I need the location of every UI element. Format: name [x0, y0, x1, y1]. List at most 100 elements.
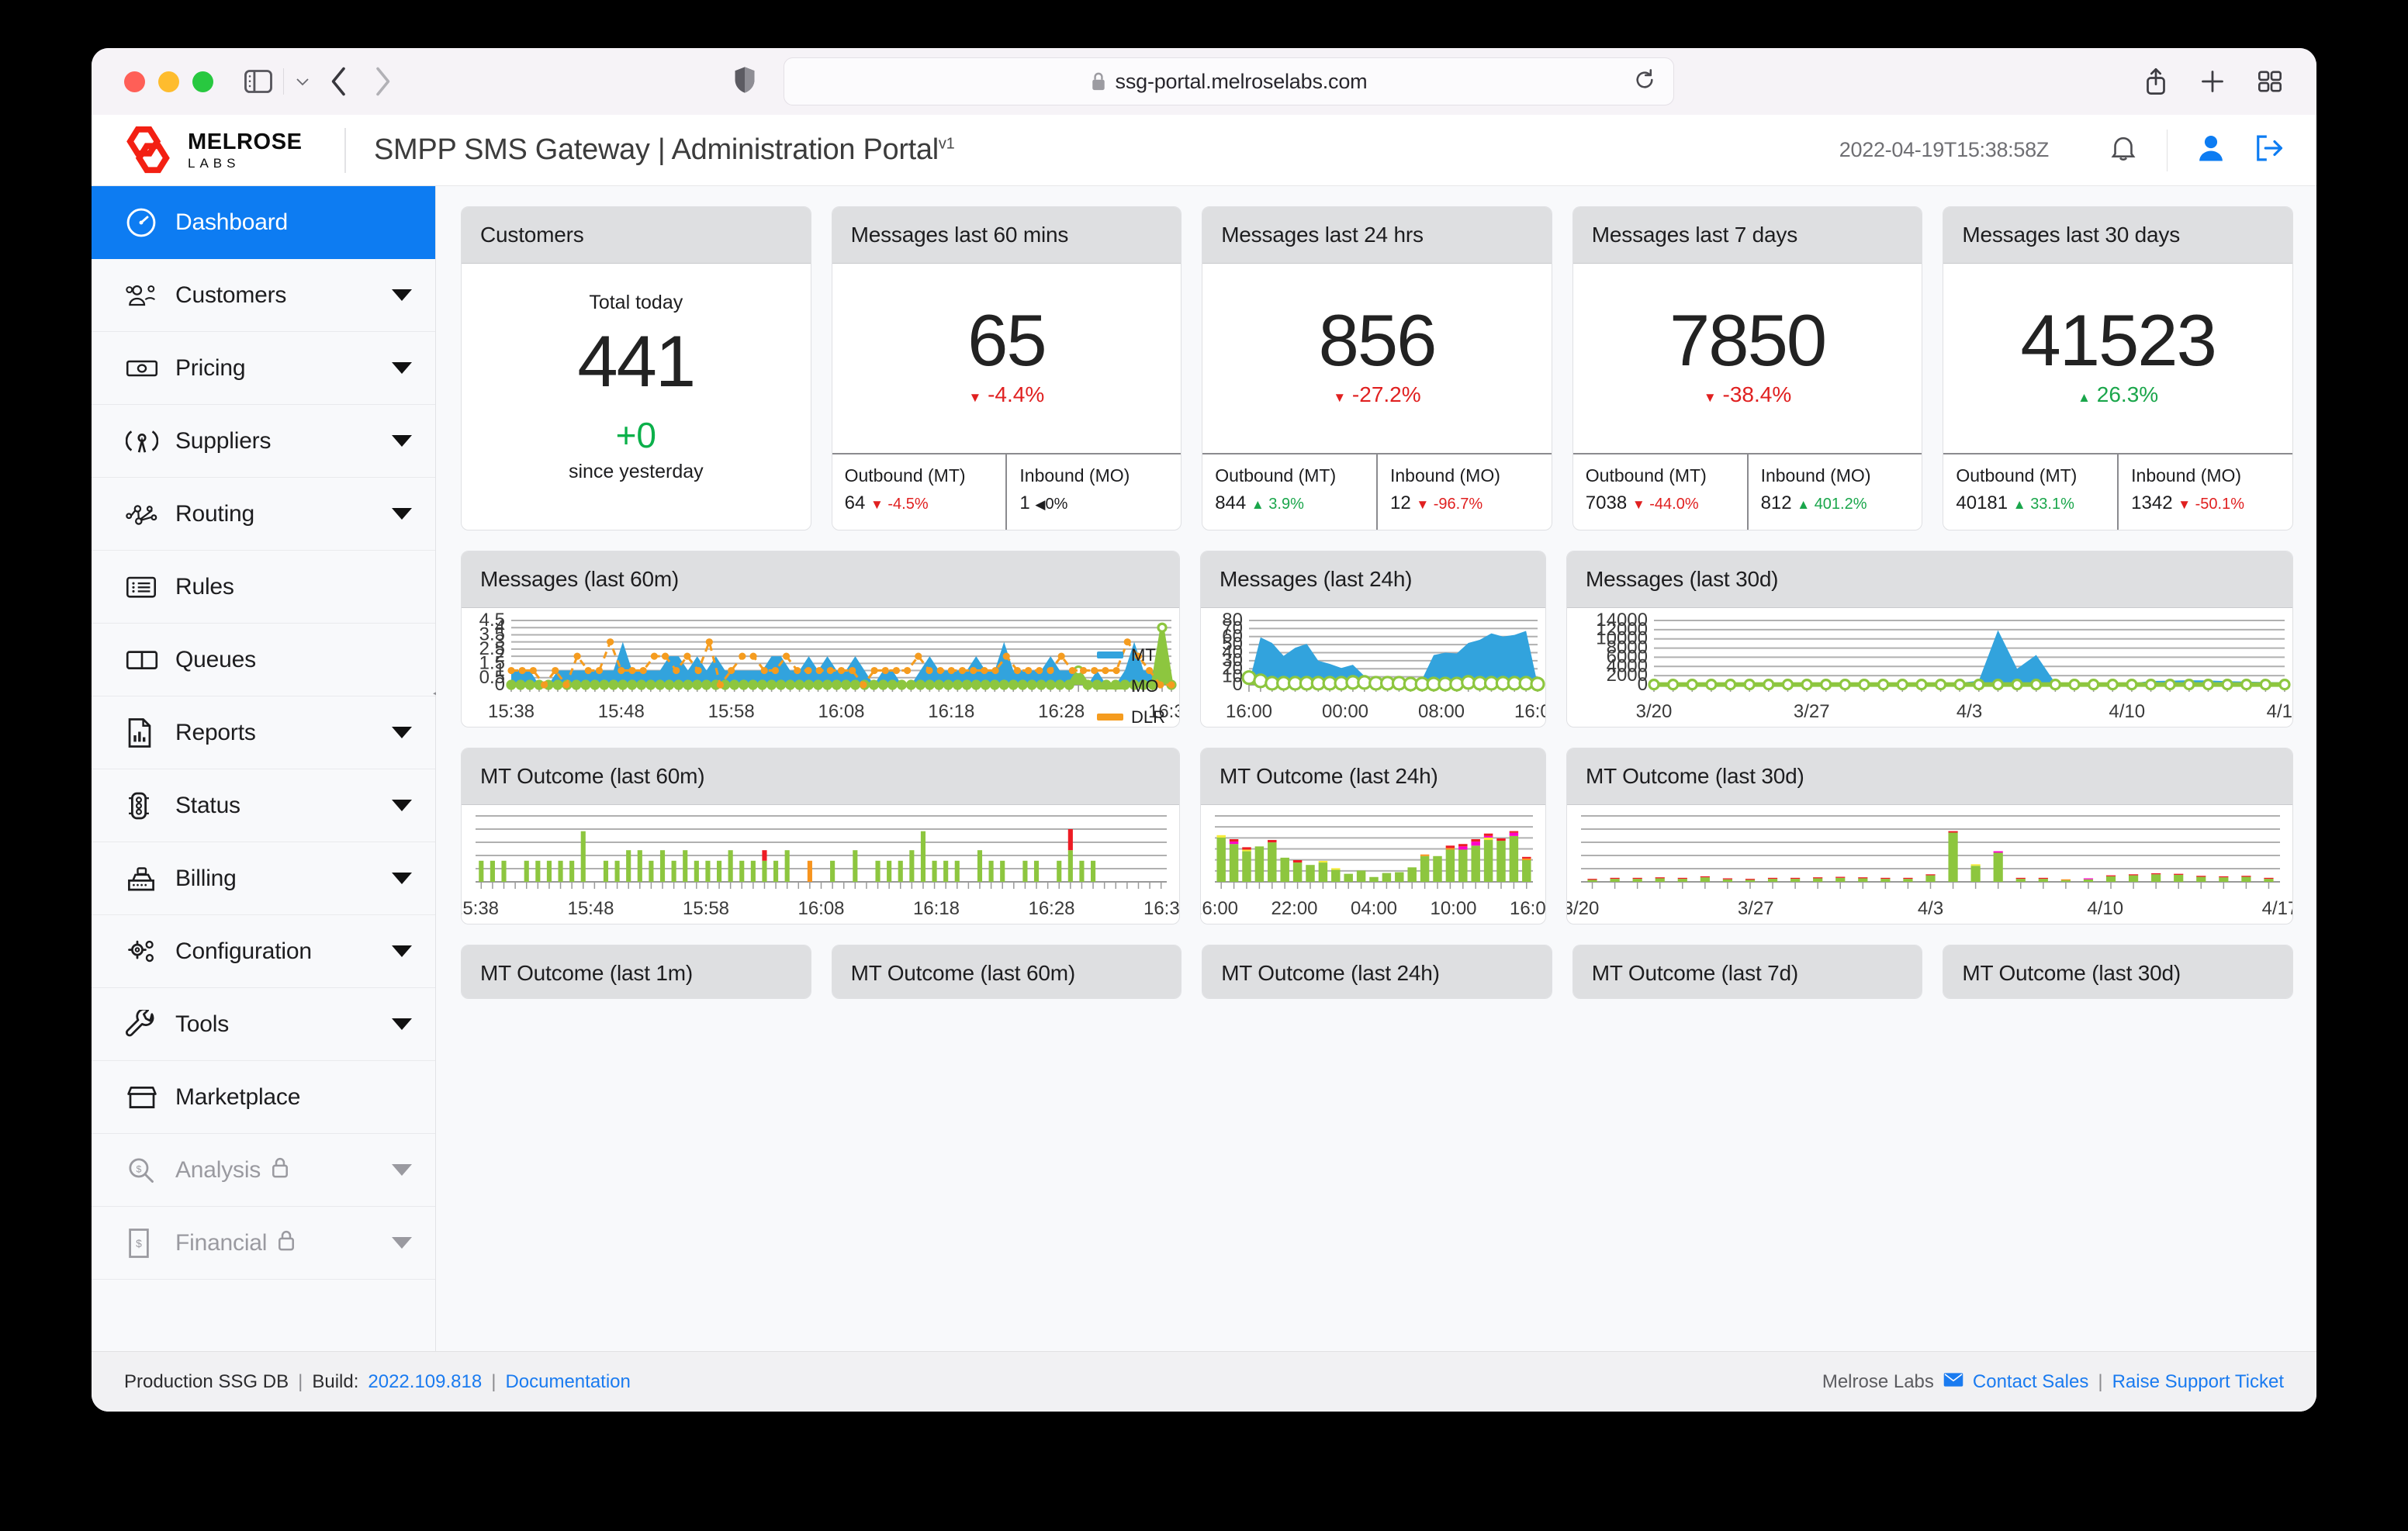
sidebar-item-label: Customers [175, 282, 287, 308]
footer-support-ticket-link[interactable]: Raise Support Ticket [2112, 1371, 2284, 1393]
kpi-outbound-value: 40181 ▲ 33.1% [1956, 492, 2074, 513]
sidebar-item-financial[interactable]: $ Financial [92, 1207, 435, 1280]
sidebar-item-reports[interactable]: Reports [92, 696, 435, 769]
melrose-hex-logo-icon [124, 126, 172, 175]
kpi-card-messages-30d: Messages last 30 days 41523 ▲ 26.3% Outb… [1943, 206, 2293, 530]
user-avatar-icon[interactable] [2197, 133, 2225, 167]
sidebar-item-tools[interactable]: Tools [92, 988, 435, 1061]
kpi-inbound-value: 812 ▲ 401.2% [1760, 492, 1867, 513]
svg-text:15:38: 15:38 [488, 701, 535, 722]
svg-text:4/10: 4/10 [2109, 701, 2145, 722]
header-icons-divider [2167, 129, 2168, 171]
report-icon [126, 717, 163, 748]
kpi-card-messages-24h: Messages last 24 hrs 856 ▼ -27.2% Outbou… [1202, 206, 1552, 530]
svg-text:80: 80 [1222, 610, 1243, 631]
application: MELROSE LABS SMPP SMS Gateway | Administ… [92, 115, 2316, 1412]
page-title: SMPP SMS Gateway | Administration Portal… [374, 133, 955, 167]
kpi-row: Customers Total today 441 +0 since yeste… [461, 206, 2293, 530]
address-bar[interactable]: ssg-portal.melroselabs.com [784, 57, 1674, 105]
svg-text:16:28: 16:28 [1038, 701, 1085, 722]
sidebar-item-label: Suppliers [175, 427, 272, 454]
sidebar-item-rules[interactable]: Rules [92, 551, 435, 624]
footer-build-version[interactable]: 2022.109.818 [368, 1371, 482, 1393]
header-divider [344, 127, 346, 173]
privacy-shield-icon[interactable] [734, 66, 756, 98]
kpi-outbound-label: Outbound (MT) [1956, 465, 2078, 486]
chart-card-messages-60m: Messages (last 60m) 0 0.5 1 1.5 2 2.5 3 3.5 4 4.5… [461, 551, 1180, 727]
forward-chevron-icon[interactable] [372, 65, 393, 98]
server-timestamp: 2022-04-19T15:38:58Z [1839, 138, 2050, 161]
tab-overview-icon[interactable] [2258, 70, 2282, 93]
chevron-down-icon[interactable] [392, 945, 412, 957]
sidebar-item-suppliers[interactable]: Suppliers [92, 405, 435, 478]
window-controls[interactable] [124, 71, 213, 92]
chevron-down-icon[interactable] [392, 508, 412, 520]
kpi-outbound: Outbound (MT) 844 ▲ 3.9% [1202, 454, 1376, 530]
svg-text:3/20: 3/20 [1567, 898, 1599, 919]
svg-text:16:18: 16:18 [913, 898, 960, 919]
kpi-delta: ▼ -4.4% [968, 382, 1045, 406]
sidebar-item-routing[interactable]: Routing [92, 478, 435, 551]
card-title: Messages last 30 days [1943, 207, 2292, 264]
chart-card-outcome-30d: MT Outcome (last 30d) 3/20 3/27 4/3 4/10 4/1… [1566, 748, 2293, 924]
svg-text:15:38: 15:38 [462, 898, 499, 919]
logout-icon[interactable] [2254, 133, 2284, 167]
chevron-down-icon[interactable] [392, 435, 412, 447]
chevron-down-icon[interactable] [392, 727, 412, 738]
sidebar-item-marketplace[interactable]: Marketplace [92, 1061, 435, 1134]
sidebar-item-pricing[interactable]: Pricing [92, 332, 435, 405]
svg-text:08:00: 08:00 [1418, 701, 1465, 722]
sidebar-item-billing[interactable]: Billing [92, 842, 435, 915]
reload-icon[interactable] [1633, 68, 1656, 95]
svg-text:16:00: 16:00 [1201, 898, 1238, 919]
sidebar-item-dashboard[interactable]: Dashboard [92, 186, 435, 259]
card-title: Messages last 7 days [1572, 207, 1922, 264]
sidebar-item-analysis[interactable]: $ Analysis [92, 1134, 435, 1207]
minimize-window-button[interactable] [158, 71, 179, 92]
new-tab-icon[interactable] [2200, 69, 2225, 94]
sidebar-item-status[interactable]: Status [92, 769, 435, 842]
kpi-outbound: Outbound (MT) 64 ▼ -4.5% [832, 454, 1006, 530]
back-chevron-icon[interactable] [329, 65, 349, 98]
footer-contact-sales-link[interactable]: Contact Sales [1973, 1371, 2088, 1393]
chevron-down-icon[interactable] [392, 873, 412, 884]
chart-outcome-30d: 3/20 3/27 4/3 4/10 4/17 [1567, 815, 2292, 919]
kpi-card-messages-7d: Messages last 7 days 7850 ▼ -38.4% Outbo… [1572, 206, 1923, 530]
chevron-down-icon[interactable] [392, 1018, 412, 1030]
sidebar-item-label: Pricing [175, 354, 246, 381]
chevron-down-icon[interactable] [392, 362, 412, 374]
kpi-outbound: Outbound (MT) 40181 ▲ 33.1% [1943, 454, 2117, 530]
card-title: Messages (last 24h) [1201, 551, 1545, 608]
sidebar-item-configuration[interactable]: Configuration [92, 915, 435, 988]
svg-text:4/10: 4/10 [2087, 898, 2123, 919]
sidebar-item-customers[interactable]: Customers [92, 259, 435, 332]
chevron-down-icon[interactable] [392, 800, 412, 811]
footer-company: Melrose Labs [1822, 1370, 1934, 1392]
svg-text:16:38: 16:38 [1143, 898, 1179, 919]
sidebar-item-label: Rules [175, 573, 234, 600]
sidebar-item-queues[interactable]: Queues [92, 624, 435, 696]
chevron-down-icon[interactable] [295, 76, 310, 87]
kpi-inbound-value: 1 ◀0% [1019, 492, 1068, 513]
kpi-outbound-label: Outbound (MT) [844, 465, 966, 486]
share-icon[interactable] [2144, 67, 2168, 95]
chevron-down-icon[interactable] [392, 1237, 412, 1249]
kpi-outbound-value: 844 ▲ 3.9% [1215, 492, 1304, 513]
sidebar-toggle-icon[interactable] [244, 70, 272, 93]
address-bar-url: ssg-portal.melroselabs.com [1115, 69, 1368, 93]
card-title: Messages last 60 mins [832, 207, 1182, 264]
banknote-icon [126, 357, 163, 380]
brand-name: MELROSE [188, 129, 303, 154]
close-window-button[interactable] [124, 71, 145, 92]
chevron-down-icon[interactable] [392, 289, 412, 301]
gears-icon [126, 937, 163, 966]
sidebar-item-text: Financial [175, 1229, 268, 1256]
maximize-window-button[interactable] [192, 71, 213, 92]
svg-text:15:48: 15:48 [567, 898, 614, 919]
sidebar-navigation[interactable]: Dashboard Customers Pricing Suppliers Ro… [92, 186, 436, 1351]
notification-bell-icon[interactable] [2109, 133, 2137, 168]
svg-text:4/3: 4/3 [1918, 898, 1943, 919]
chevron-down-icon[interactable] [392, 1164, 412, 1176]
brand-logo[interactable]: MELROSE LABS [124, 126, 335, 175]
footer-documentation-link[interactable]: Documentation [505, 1371, 630, 1393]
